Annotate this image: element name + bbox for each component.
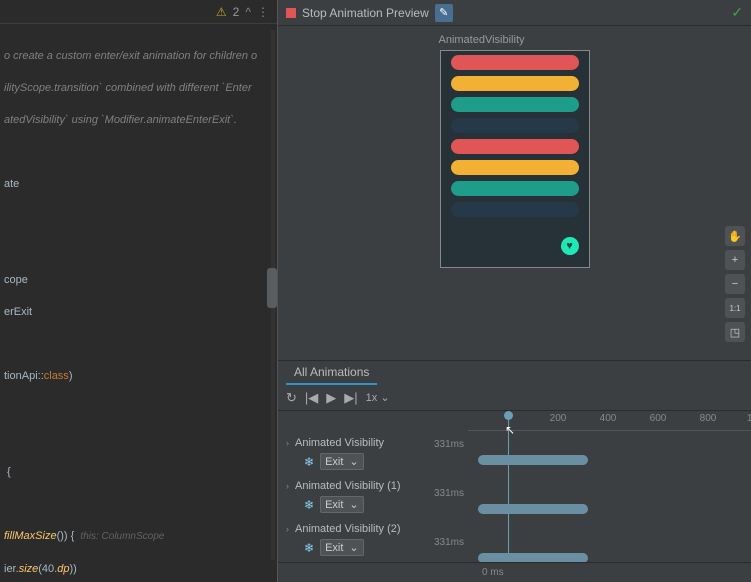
track-name: Animated Visibility — [295, 437, 384, 449]
code-line: erExit — [4, 304, 273, 320]
bar-0 — [451, 55, 579, 70]
timeline-area: › Animated Visibility ❄ Exit⌄ › Animated Vi… — [278, 411, 751, 562]
freeze-icon[interactable]: ❄ — [304, 455, 314, 469]
device-frame: ♥ — [440, 50, 590, 268]
track-segment[interactable] — [478, 553, 588, 562]
track-name: Animated Visibility (2) — [295, 523, 401, 535]
edit-icon[interactable]: ✎ — [435, 4, 453, 22]
preview-and-animation-pane: Stop Animation Preview ✎ ✓ AnimatedVisib… — [277, 0, 751, 582]
editor-menu-icon[interactable]: ⋮ — [257, 5, 269, 19]
code-content[interactable]: o create a custom enter/exit animation f… — [0, 24, 277, 582]
duration-label: 331ms — [424, 488, 464, 499]
cursor-icon: ↖ — [505, 423, 515, 437]
code-line: ilityScope.transition` combined with dif… — [4, 80, 273, 96]
crop-icon[interactable]: ◳ — [725, 322, 745, 342]
bar-1 — [451, 76, 579, 91]
timeline-footer: 0 ms — [278, 562, 751, 582]
code-line: o create a custom enter/exit animation f… — [4, 48, 273, 64]
duration-label: 331ms — [424, 537, 464, 548]
code-line: atedVisibility` using `Modifier.animateE… — [4, 112, 273, 128]
code-line: fillMaxSize()) { this: ColumnScope — [4, 528, 273, 545]
playhead[interactable]: ↖ — [508, 411, 509, 562]
freeze-icon[interactable]: ❄ — [304, 541, 314, 555]
bar-2 — [451, 97, 579, 112]
preview-canvas[interactable]: AnimatedVisibility ♥ ✋ + − 1:1 ◳ — [278, 26, 751, 360]
expand-icon[interactable]: › — [286, 524, 289, 534]
animation-tabs: All Animations — [278, 361, 751, 385]
bar-6 — [451, 181, 579, 196]
duration-label: 331ms — [424, 439, 464, 450]
state-dropdown[interactable]: Exit⌄ — [320, 496, 364, 513]
preview-title: Stop Animation Preview — [302, 6, 429, 20]
collapse-icon[interactable]: ^ — [245, 5, 251, 19]
bar-3 — [451, 118, 579, 133]
transport-controls: ↻ |◀ ▶ ▶| 1x ⌄ — [278, 385, 751, 411]
track-segment[interactable] — [478, 504, 588, 514]
warning-count: 2 — [233, 5, 240, 19]
editor-status-bar: ⚠ 2 ^ ⋮ — [0, 0, 277, 24]
code-line: cope — [4, 272, 273, 288]
code-line: ate — [4, 176, 273, 192]
track-row-0: › Animated Visibility ❄ Exit⌄ — [278, 431, 468, 474]
freeze-icon[interactable]: ❄ — [304, 498, 314, 512]
zoom-out-icon[interactable]: − — [725, 274, 745, 294]
tab-all-animations[interactable]: All Animations — [286, 361, 377, 385]
current-time: 0 ms — [482, 567, 504, 578]
code-line: ier.size(40.dp)) — [4, 561, 273, 577]
code-line: tionApi::class) — [4, 368, 273, 384]
bar-7 — [451, 202, 579, 217]
zoom-reset-icon[interactable]: 1:1 — [725, 298, 745, 318]
state-dropdown[interactable]: Exit⌄ — [320, 453, 364, 470]
expand-icon[interactable]: › — [286, 438, 289, 448]
tick: 800 — [700, 413, 717, 424]
track-segment[interactable] — [478, 455, 588, 465]
state-dropdown[interactable]: Exit⌄ — [320, 539, 364, 556]
fab-heart[interactable]: ♥ — [561, 237, 579, 255]
speed-label[interactable]: 1x ⌄ — [366, 391, 390, 404]
bar-4 — [451, 139, 579, 154]
stop-icon[interactable] — [286, 8, 296, 18]
go-start-icon[interactable]: |◀ — [305, 390, 318, 406]
playhead-knob[interactable] — [504, 411, 513, 420]
composable-label: AnimatedVisibility — [439, 32, 590, 50]
expand-icon[interactable]: › — [286, 481, 289, 491]
animation-inspector: All Animations ↻ |◀ ▶ ▶| 1x ⌄ › Animated … — [278, 360, 751, 582]
build-success-icon: ✓ — [731, 4, 743, 21]
code-editor-pane: ⚠ 2 ^ ⋮ o create a custom enter/exit ani… — [0, 0, 277, 582]
warning-icon[interactable]: ⚠ — [216, 5, 227, 19]
tick: 400 — [600, 413, 617, 424]
play-icon[interactable]: ▶ — [326, 390, 336, 406]
canvas-tools: ✋ + − 1:1 ◳ — [725, 226, 745, 342]
timeline-grid[interactable]: 200 400 600 800 1000 ↖ 331ms 331ms 331ms — [468, 411, 751, 562]
pan-tool-icon[interactable]: ✋ — [725, 226, 745, 246]
tick: 200 — [550, 413, 567, 424]
go-end-icon[interactable]: ▶| — [344, 390, 357, 406]
code-line: { — [4, 464, 273, 480]
track-name: Animated Visibility (1) — [295, 480, 401, 492]
bar-5 — [451, 160, 579, 175]
preview-toolbar: Stop Animation Preview ✎ ✓ — [278, 0, 751, 26]
animated-bars — [441, 51, 589, 217]
zoom-in-icon[interactable]: + — [725, 250, 745, 270]
loop-icon[interactable]: ↻ — [286, 390, 297, 406]
tick: 1000 — [747, 413, 751, 424]
tick: 600 — [650, 413, 667, 424]
